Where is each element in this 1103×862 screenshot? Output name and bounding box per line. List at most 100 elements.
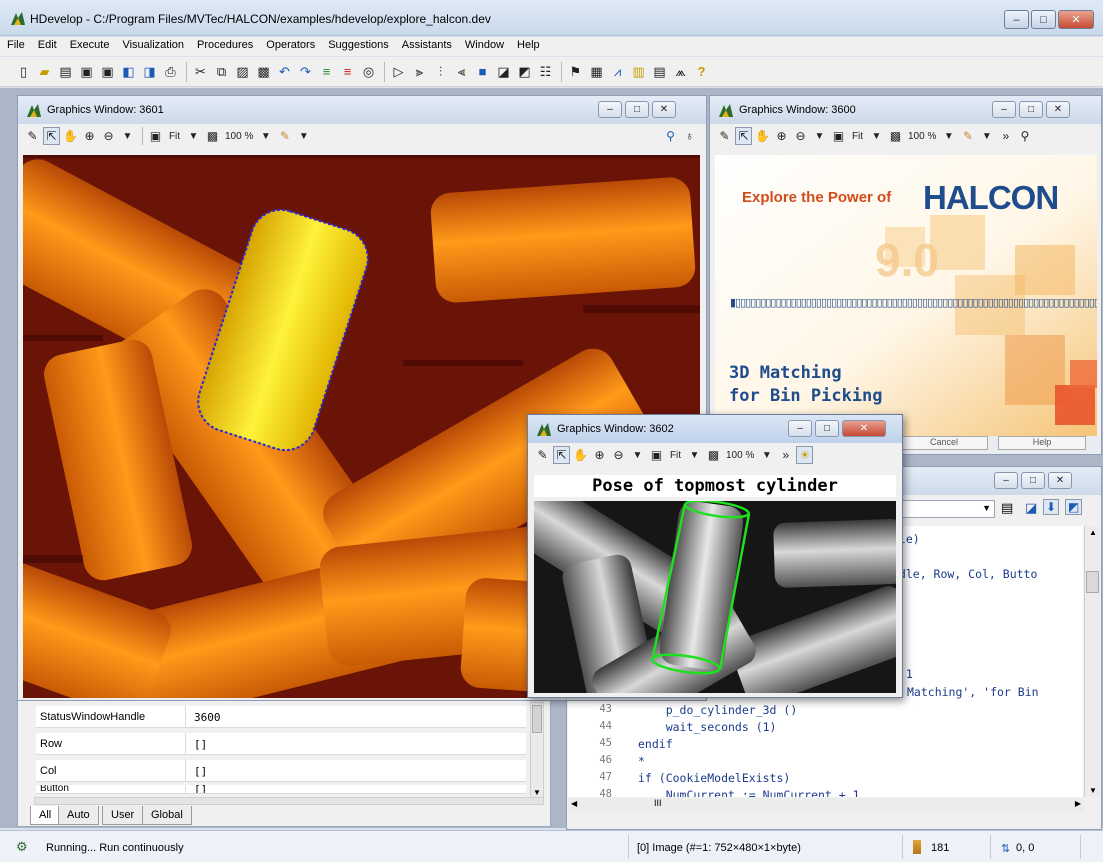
procedure-combobox[interactable]: ▼ — [897, 500, 995, 518]
scroll-thumb[interactable]: III — [654, 798, 662, 808]
menu-operators[interactable]: Operators — [259, 37, 321, 56]
grayscale-image[interactable] — [534, 501, 896, 693]
pan-hand-icon[interactable]: ✋ — [62, 127, 79, 145]
chevron-down-icon[interactable]: ▼ — [119, 127, 136, 145]
program-line[interactable]: 46 * — [568, 753, 1083, 770]
pointer-icon[interactable]: ⇱ — [43, 127, 60, 145]
zoom-label[interactable]: 100 % — [724, 446, 756, 464]
program-line[interactable]: 45 endif — [568, 736, 1083, 753]
program-horizontal-scrollbar[interactable]: ◀ III ▶ — [568, 798, 1084, 813]
menu-window[interactable]: Window — [458, 37, 510, 56]
fit-window-icon[interactable]: ▣ — [830, 127, 847, 145]
maximize-button[interactable]: □ — [815, 420, 839, 437]
minimize-button[interactable]: – — [1004, 10, 1029, 29]
menu-execute[interactable]: Execute — [63, 37, 116, 56]
fit-window-icon[interactable]: ▣ — [648, 446, 665, 464]
new-file-icon[interactable]: ▯ — [14, 62, 33, 81]
pin-icon[interactable]: ⚲ — [662, 127, 679, 145]
tab-global[interactable]: Global — [142, 806, 192, 825]
menu-visualization[interactable]: Visualization — [115, 37, 190, 56]
fit-label[interactable]: Fit — [667, 446, 684, 464]
program-line[interactable]: 48 NumCurrent := NumCurrent + 1 — [568, 787, 1083, 797]
program-maximize-button[interactable]: □ — [1021, 472, 1045, 489]
pan-hand-icon[interactable]: ✋ — [754, 127, 771, 145]
chevron-down-icon[interactable]: ▼ — [185, 127, 202, 145]
chevron-down-icon[interactable]: ▼ — [811, 127, 828, 145]
zoom-level-icon[interactable]: ▩ — [887, 127, 904, 145]
scroll-down-icon[interactable]: ▼ — [533, 788, 541, 797]
zoom-out-icon[interactable]: ⊖ — [610, 446, 627, 464]
minimize-button[interactable]: – — [598, 101, 622, 118]
program-line[interactable]: 47 if (CookieModelExists) — [568, 770, 1083, 787]
maximize-button[interactable]: □ — [625, 101, 649, 118]
program-line[interactable]: 44 wait_seconds (1) — [568, 719, 1083, 736]
scroll-up-icon[interactable]: ▲ — [1089, 528, 1097, 537]
lightbulb-icon[interactable]: ♁ — [681, 127, 698, 145]
undo-icon[interactable]: ↶ — [275, 62, 294, 81]
program-line[interactable]: 43 p_do_cylinder_3d () — [568, 702, 1083, 719]
pan-hand-icon[interactable]: ✋ — [572, 446, 589, 464]
program-minimize-button[interactable]: – — [994, 472, 1018, 489]
color-icon[interactable]: ✎ — [959, 127, 976, 145]
minimize-button[interactable]: – — [992, 101, 1016, 118]
scroll-right-icon[interactable]: ▶ — [1075, 799, 1081, 808]
chevron-down-icon[interactable]: ▼ — [257, 127, 274, 145]
chevron-down-icon[interactable]: ▼ — [629, 446, 646, 464]
close-button[interactable]: ✕ — [842, 420, 886, 437]
help-icon[interactable]: ? — [692, 62, 711, 81]
chevron-down-icon[interactable]: ▼ — [868, 127, 885, 145]
cut-icon[interactable]: ✂ — [191, 62, 210, 81]
chevron-down-icon[interactable]: ▼ — [978, 127, 995, 145]
save-icon[interactable]: ▣ — [77, 62, 96, 81]
menu-assistants[interactable]: Assistants — [395, 37, 458, 56]
inspect-icon[interactable]: ⚑ — [566, 62, 585, 81]
read-image-icon[interactable]: ◧ — [119, 62, 138, 81]
chevron-down-icon[interactable]: ▼ — [758, 446, 775, 464]
zoom-in-icon[interactable]: ⊕ — [81, 127, 98, 145]
line-profile-icon[interactable]: ⩘ — [608, 62, 627, 81]
zoom-out-icon[interactable]: ⊖ — [100, 127, 117, 145]
more-tools-icon[interactable]: » — [777, 446, 794, 464]
chevron-down-icon[interactable]: ▼ — [940, 127, 957, 145]
close-button[interactable]: ✕ — [1046, 101, 1070, 118]
tab-all[interactable]: All — [30, 806, 61, 825]
variable-row[interactable]: Button [] — [36, 785, 526, 794]
set-parameters-icon[interactable]: ✎ — [534, 446, 551, 464]
step-out-icon[interactable]: ◩ — [515, 62, 534, 81]
program-close-button[interactable]: ✕ — [1048, 472, 1072, 489]
minimize-button[interactable]: – — [788, 420, 812, 437]
zoom-label[interactable]: 100 % — [223, 127, 255, 145]
close-button[interactable]: ✕ — [1058, 10, 1094, 29]
scroll-thumb[interactable] — [532, 705, 542, 733]
print-icon[interactable]: ⎙ — [161, 62, 180, 81]
reset-program-icon[interactable]: ☷ — [536, 62, 555, 81]
step-back-icon[interactable]: ⫷ — [452, 62, 471, 81]
feature-histogram-icon[interactable]: ▥ — [629, 62, 648, 81]
find-icon[interactable]: ◎ — [359, 62, 378, 81]
cancel-button[interactable]: Cancel — [900, 436, 988, 450]
help-button[interactable]: Help — [998, 436, 1086, 450]
lightbulb-icon[interactable]: ⚲ — [1016, 127, 1033, 145]
variable-row[interactable]: StatusWindowHandle 3600 — [36, 706, 526, 728]
scroll-down-icon[interactable]: ▼ — [1089, 786, 1097, 795]
variable-row[interactable]: Col [] — [36, 760, 526, 782]
zoom-label[interactable]: 100 % — [906, 127, 938, 145]
fit-window-icon[interactable]: ▣ — [147, 127, 164, 145]
maximize-button[interactable]: □ — [1031, 10, 1056, 29]
open-example-icon[interactable]: ▤ — [56, 62, 75, 81]
save-as-icon[interactable]: ▣ — [98, 62, 117, 81]
lightbulb-icon[interactable]: ☀ — [796, 446, 814, 464]
read-program-icon[interactable]: ◨ — [140, 62, 159, 81]
tab-auto[interactable]: Auto — [58, 806, 99, 825]
redo-icon[interactable]: ↷ — [296, 62, 315, 81]
ascend-procedure-icon[interactable]: ⬇ — [1043, 499, 1060, 515]
zoom-window-icon[interactable]: ⩕ — [671, 62, 690, 81]
menu-procedures[interactable]: Procedures — [190, 37, 259, 56]
stop-icon[interactable]: ■ — [473, 62, 492, 81]
open-file-icon[interactable]: ▰ — [35, 62, 54, 81]
program-vertical-scrollbar[interactable]: ▲ ▼ — [1084, 526, 1100, 797]
close-button[interactable]: ✕ — [652, 101, 676, 118]
gray-histogram-icon[interactable]: ▦ — [587, 62, 606, 81]
run-icon[interactable]: ▷ — [389, 62, 408, 81]
descend-procedure-icon[interactable]: ◩ — [1065, 499, 1083, 515]
